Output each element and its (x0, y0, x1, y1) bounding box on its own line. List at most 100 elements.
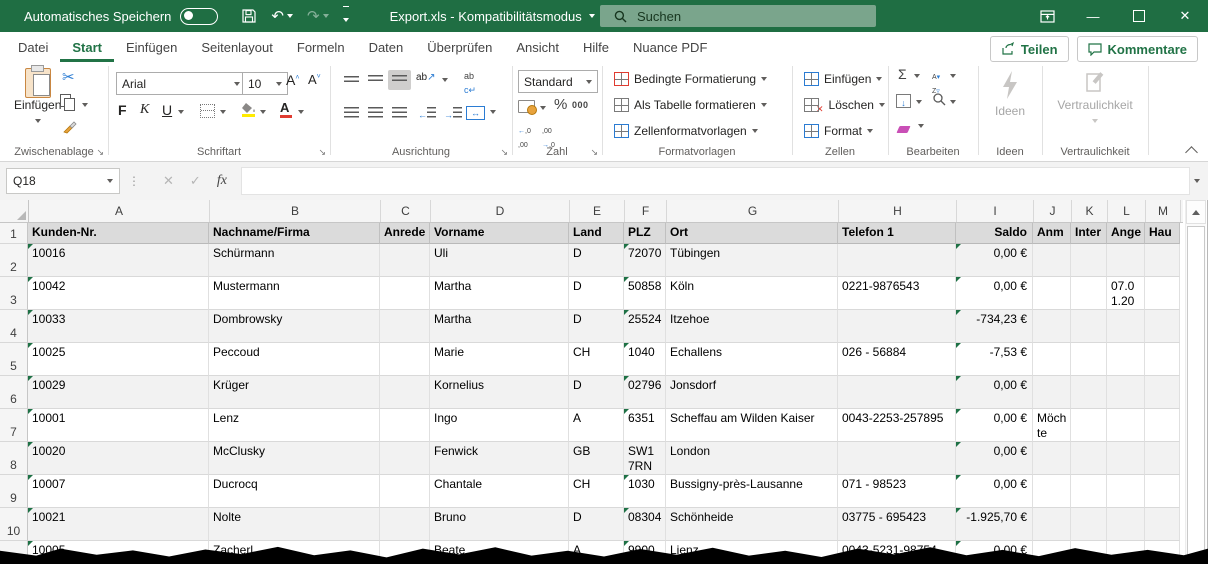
cell-A8[interactable]: 10020 (28, 442, 209, 475)
chevron-down-icon[interactable] (490, 110, 496, 114)
cell-A7[interactable]: 10001 (28, 409, 209, 442)
cell-E3[interactable]: D (569, 277, 624, 310)
cell-D6[interactable]: Kornelius (430, 376, 569, 409)
cell-K2[interactable] (1071, 244, 1107, 277)
chevron-down-icon[interactable] (260, 110, 266, 114)
fill-color-button[interactable] (242, 102, 256, 117)
tab-seitenlayout[interactable]: Seitenlayout (189, 32, 285, 62)
cell-A2[interactable]: 10016 (28, 244, 209, 277)
tab-nuance-pdf[interactable]: Nuance PDF (621, 32, 719, 62)
name-box[interactable]: Q18 (6, 168, 120, 194)
cell-I2[interactable]: 0,00 € (956, 244, 1033, 277)
cell-K4[interactable] (1071, 310, 1107, 343)
comments-button[interactable]: Kommentare (1076, 36, 1198, 62)
row-header-3[interactable]: 3 (0, 277, 28, 310)
orientation-button[interactable]: ab↗ (416, 72, 436, 83)
row-header-7[interactable]: 7 (0, 409, 28, 442)
cut-button[interactable]: ✂ (62, 68, 75, 86)
chevron-down-icon[interactable] (220, 110, 226, 114)
cell-H7[interactable]: 0043-2253-257895 (838, 409, 956, 442)
conditional-formatting-button[interactable]: Bedingte Formatierung (610, 67, 771, 91)
format-cells-button[interactable]: Format (800, 119, 877, 143)
row-header-4[interactable]: 4 (0, 310, 28, 343)
cell-L9[interactable] (1107, 475, 1145, 508)
clear-button[interactable] (896, 122, 911, 136)
tab-ansicht[interactable]: Ansicht (504, 32, 571, 62)
format-painter-button[interactable] (62, 120, 77, 134)
cell-A1[interactable]: Kunden-Nr. (28, 223, 209, 244)
share-button[interactable]: Teilen (989, 36, 1069, 62)
cell-M10[interactable] (1145, 508, 1180, 541)
cell-E2[interactable]: D (569, 244, 624, 277)
cell-F10[interactable]: 08304 (624, 508, 666, 541)
tab-ueberpruefen[interactable]: Überprüfen (415, 32, 504, 62)
cell-B10[interactable]: Nolte (209, 508, 380, 541)
column-header-K[interactable]: K (1072, 200, 1108, 222)
column-header-M[interactable]: M (1146, 200, 1181, 222)
align-middle-button[interactable] (364, 70, 387, 90)
cell-K5[interactable] (1071, 343, 1107, 376)
cell-F4[interactable]: 25524 (624, 310, 666, 343)
cell-F7[interactable]: 6351 (624, 409, 666, 442)
cell-J6[interactable] (1033, 376, 1071, 409)
cell-I9[interactable]: 0,00 € (956, 475, 1033, 508)
cell-B4[interactable]: Dombrowsky (209, 310, 380, 343)
cell-E7[interactable]: A (569, 409, 624, 442)
cell-K6[interactable] (1071, 376, 1107, 409)
cell-H3[interactable]: 0221-9876543 (838, 277, 956, 310)
select-all-button[interactable] (0, 200, 29, 222)
tab-einfuegen[interactable]: Einfügen (114, 32, 189, 62)
cell-G8[interactable]: London (666, 442, 838, 475)
decrease-indent-button[interactable]: ← (414, 104, 440, 124)
cell-E6[interactable]: D (569, 376, 624, 409)
italic-button[interactable]: K (140, 102, 149, 118)
cell-K7[interactable] (1071, 409, 1107, 442)
cell-K3[interactable] (1071, 277, 1107, 310)
sensitivity-button[interactable]: Vertraulichkeit (1042, 62, 1148, 126)
cell-K10[interactable] (1071, 508, 1107, 541)
cell-C9[interactable] (380, 475, 430, 508)
cell-L5[interactable] (1107, 343, 1145, 376)
collapse-ribbon-icon[interactable] (1185, 146, 1198, 159)
percent-style-button[interactable]: % (554, 96, 567, 113)
align-bottom-button[interactable] (388, 70, 411, 90)
cell-A9[interactable]: 10007 (28, 475, 209, 508)
cell-I4[interactable]: -734,23 € (956, 310, 1033, 343)
cell-H8[interactable] (838, 442, 956, 475)
cell-G2[interactable]: Tübingen (666, 244, 838, 277)
cell-C1[interactable]: Anrede (380, 223, 430, 244)
cell-E9[interactable]: CH (569, 475, 624, 508)
cell-I7[interactable]: 0,00 € (956, 409, 1033, 442)
paste-button[interactable]: Einfügen (14, 65, 61, 126)
shrink-font-button[interactable]: A˅ (308, 72, 321, 87)
cell-I5[interactable]: -7,53 € (956, 343, 1033, 376)
row-header-5[interactable]: 5 (0, 343, 28, 376)
cell-G9[interactable]: Bussigny-près-Lausanne (666, 475, 838, 508)
cell-F1[interactable]: PLZ (624, 223, 666, 244)
copy-button[interactable] (60, 94, 89, 111)
dialog-launcher-icon[interactable]: ↘ (500, 147, 508, 158)
column-header-G[interactable]: G (667, 200, 839, 222)
chevron-down-icon[interactable] (950, 74, 956, 78)
tab-daten[interactable]: Daten (357, 32, 416, 62)
cell-J9[interactable] (1033, 475, 1071, 508)
row-header-9[interactable]: 9 (0, 475, 28, 508)
cell-J5[interactable] (1033, 343, 1071, 376)
cell-H5[interactable]: 026 - 56884 (838, 343, 956, 376)
cell-C4[interactable] (380, 310, 430, 343)
font-name-combo[interactable]: Arial (116, 72, 246, 95)
cell-H2[interactable] (838, 244, 956, 277)
chevron-down-icon[interactable] (916, 100, 922, 104)
vertical-scrollbar[interactable] (1185, 200, 1206, 564)
grow-font-button[interactable]: A˄ (286, 72, 299, 88)
cell-F8[interactable]: SW1 7RN (624, 442, 666, 475)
expand-formula-bar-icon[interactable] (1194, 179, 1200, 183)
cancel-icon[interactable]: ✕ (163, 173, 174, 189)
cell-E4[interactable]: D (569, 310, 624, 343)
cell-B6[interactable]: Krüger (209, 376, 380, 409)
dialog-launcher-icon[interactable]: ↘ (96, 147, 104, 158)
font-size-combo[interactable]: 10 (242, 72, 288, 95)
cell-K8[interactable] (1071, 442, 1107, 475)
cell-C7[interactable] (380, 409, 430, 442)
cell-A6[interactable]: 10029 (28, 376, 209, 409)
